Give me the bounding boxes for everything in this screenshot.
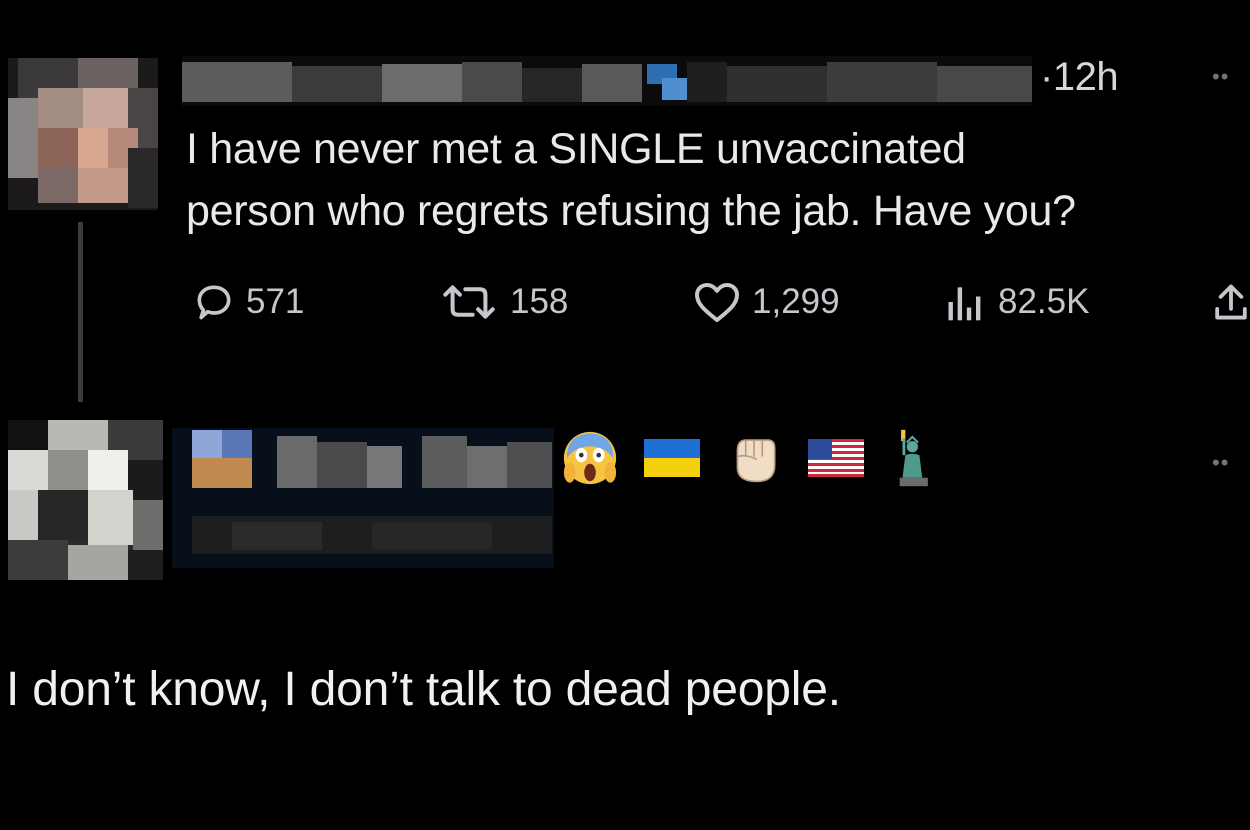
like-button[interactable]: 1,299 <box>692 280 840 324</box>
retweet-icon <box>443 285 495 319</box>
face-screaming-emoji <box>560 428 620 488</box>
us-flag-emoji <box>806 428 866 488</box>
statue-of-liberty-emoji <box>888 428 948 488</box>
author-avatar-pixelated[interactable] <box>8 58 158 210</box>
emoji-row <box>560 428 948 488</box>
more-dots-icon[interactable]: •• <box>1212 64 1229 90</box>
reply-icon <box>197 285 231 320</box>
heart-icon <box>695 283 739 322</box>
views-button[interactable]: 82.5K <box>942 280 1089 324</box>
retweet-count: 158 <box>510 282 569 321</box>
reply-author-name-pixelated[interactable] <box>172 428 554 568</box>
thread-connector-line <box>78 222 83 402</box>
tweet-text-line: person who regrets refusing the jab. Hav… <box>186 187 1076 235</box>
reply-text: I don’t know, I don’t talk to dead peopl… <box>6 663 841 716</box>
ukraine-flag-emoji <box>642 428 702 488</box>
author-name-pixelated[interactable] <box>182 56 1032 106</box>
views-count: 82.5K <box>998 282 1090 321</box>
reply-button[interactable]: 571 <box>192 280 304 324</box>
tweet-timestamp[interactable]: ·12h <box>1040 55 1119 100</box>
retweet-button[interactable]: 158 <box>438 280 568 324</box>
share-button[interactable] <box>1212 280 1250 324</box>
tweet-text-line: I have never met a SINGLE unvaccinated <box>186 125 966 173</box>
raised-fist-emoji <box>724 428 784 488</box>
more-dots-icon[interactable]: •• <box>1212 450 1229 476</box>
views-chart-icon <box>948 287 981 321</box>
tweet-text: I have never met a SINGLE unvaccinated p… <box>186 118 1250 242</box>
share-icon <box>1215 284 1247 320</box>
like-count: 1,299 <box>752 282 840 321</box>
reply-count: 571 <box>246 282 305 321</box>
reply-author-avatar-pixelated[interactable] <box>8 420 163 580</box>
timestamp-text: 12h <box>1052 55 1119 99</box>
